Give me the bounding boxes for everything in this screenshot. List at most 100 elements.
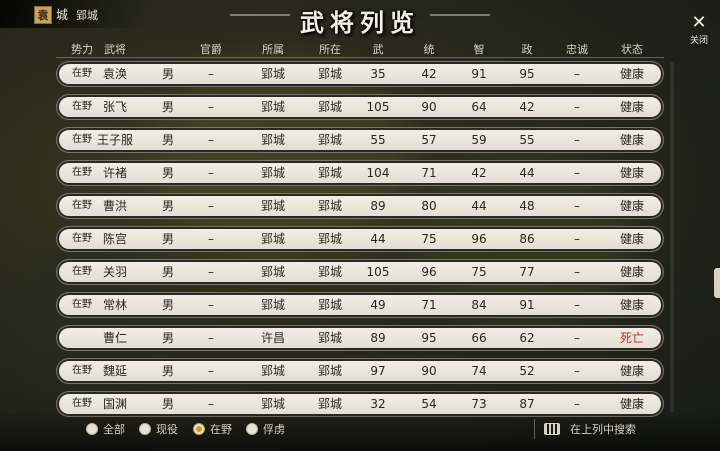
cell-name: 曹仁 [102,331,127,345]
cell-loc: 郢城 [317,67,342,81]
cell-loyal: – [574,364,580,378]
radio-icon[interactable] [193,423,205,435]
cell-pol: 86 [519,232,535,246]
cell-pol: 48 [519,199,535,213]
table-row[interactable]: 在野 魏延男 – 郢城 郢城 97 90 74 52– 健康 [57,359,663,383]
cell-name: 许褚 [102,166,127,180]
cell-status: 健康 [619,199,644,213]
table-row[interactable]: 曹仁 男 – 许昌 郢城 89 95 66 62 – 死亡 [57,326,663,350]
table-row[interactable]: 在野 陈宫男 – 郢城 郢城 44 75 96 86– 健康 [57,227,663,251]
cell-int: 96 [471,232,487,246]
column-header[interactable]: 状态 [612,41,652,56]
cell-gender: 男 [161,67,174,81]
cell-lead: 95 [421,331,437,345]
cell-name: 曹洪 [102,199,127,213]
list-scrollbar[interactable] [670,62,674,412]
cell-loc: 郢城 [317,397,342,411]
table-row[interactable]: 在野 王子服男 – 郢城 郢城 55 57 59 55– 健康 [57,128,663,152]
filter-radio-option[interactable]: 现役 [139,421,178,437]
cell-rank: – [208,265,214,279]
close-button[interactable]: ✕ 关闭 [686,12,712,47]
cell-str: 89 [370,199,386,213]
column-header[interactable]: 武 [361,41,395,56]
cell-status: 健康 [619,265,644,279]
cell-belong: 郢城 [260,364,285,378]
cell-status: 健康 [619,397,644,411]
column-header[interactable]: 武将 [95,41,135,56]
cell-loc: 郢城 [317,265,342,279]
cell-rank: – [208,133,214,147]
column-header[interactable]: 忠诚 [557,41,597,56]
cell-gender: 男 [161,331,174,345]
table-row[interactable]: 在野 常林男 – 郢城 郢城 49 71 84 91– 健康 [57,293,663,317]
filter-radio-option[interactable]: 在野 [193,421,232,437]
cell-gender: 男 [161,232,174,246]
cell-status: 健康 [619,166,644,180]
cell-str: 89 [370,331,386,345]
cell-belong: 郢城 [260,397,285,411]
bottom-divider [534,419,535,439]
cell-name: 王子服 [96,133,133,147]
radio-icon[interactable] [246,423,258,435]
cell-loc: 郢城 [317,331,342,345]
cell-int: 64 [471,100,487,114]
cell-rank: – [208,232,214,246]
cell-gender: 男 [161,397,174,411]
cell-int: 42 [471,166,487,180]
cell-name: 国渊 [102,397,127,411]
keyboard-icon [544,423,560,435]
filter-radio-option[interactable]: 俘虏 [246,421,285,437]
cell-pol: 87 [519,397,535,411]
cell-rank: – [208,166,214,180]
cell-loyal: – [574,100,580,114]
table-row[interactable]: 在野 许褚男 – 郢城 郢城 104 71 42 44– 健康 [57,161,663,185]
cell-pol: 55 [519,133,535,147]
column-header[interactable]: 政 [510,41,544,56]
cell-str: 32 [370,397,386,411]
cell-pol: 44 [519,166,535,180]
table-row[interactable]: 在野 曹洪男 – 郢城 郢城 89 80 44 48– 健康 [57,194,663,218]
filter-label: 俘虏 [263,423,285,436]
column-header[interactable]: 所属 [253,41,293,56]
cell-loc: 郢城 [317,199,342,213]
cell-int: 73 [471,397,487,411]
cell-lead: 90 [421,364,437,378]
cell-int: 59 [471,133,487,147]
cell-belong: 郢城 [260,232,285,246]
cell-name: 关羽 [102,265,127,279]
radio-icon[interactable] [86,423,98,435]
filter-label: 全部 [103,423,125,436]
close-icon: ✕ [691,12,707,33]
cell-str: 35 [370,67,386,81]
column-header[interactable]: 所在 [310,41,350,56]
table-row[interactable]: 在野 袁涣男 – 郢城 郢城 35 42 91 95– 健康 [57,62,663,86]
cell-belong: 郢城 [260,67,285,81]
radio-icon[interactable] [139,423,151,435]
filter-label: 现役 [156,423,178,436]
side-drawer-handle[interactable] [714,268,720,298]
cell-gender: 男 [161,166,174,180]
table-row[interactable]: 在野 国渊男 – 郢城 郢城 32 54 73 87– 健康 [57,392,663,416]
table-row[interactable]: 在野 张飞男 – 郢城 郢城 105 90 64 42– 健康 [57,95,663,119]
column-header[interactable]: 统 [412,41,446,56]
cell-loyal: – [574,232,580,246]
cell-lead: 71 [421,166,437,180]
cell-gender: 男 [161,265,174,279]
cell-gender: 男 [161,364,174,378]
cell-lead: 96 [421,265,437,279]
column-header[interactable]: 智 [462,41,496,56]
cell-int: 84 [471,298,487,312]
search-button[interactable]: 在上列中搜索 [544,421,636,437]
cell-str: 104 [366,166,390,180]
cell-int: 44 [471,199,487,213]
cell-lead: 71 [421,298,437,312]
filter-radio-option[interactable]: 全部 [86,421,125,437]
cell-int: 66 [471,331,487,345]
column-header[interactable] [156,41,180,55]
cell-name: 魏延 [102,364,127,378]
column-header[interactable]: 官爵 [191,41,231,56]
cell-loc: 郢城 [317,364,342,378]
cell-int: 74 [471,364,487,378]
table-row[interactable]: 在野 关羽男 – 郢城 郢城 105 96 75 77– 健康 [57,260,663,284]
cell-str: 49 [370,298,386,312]
